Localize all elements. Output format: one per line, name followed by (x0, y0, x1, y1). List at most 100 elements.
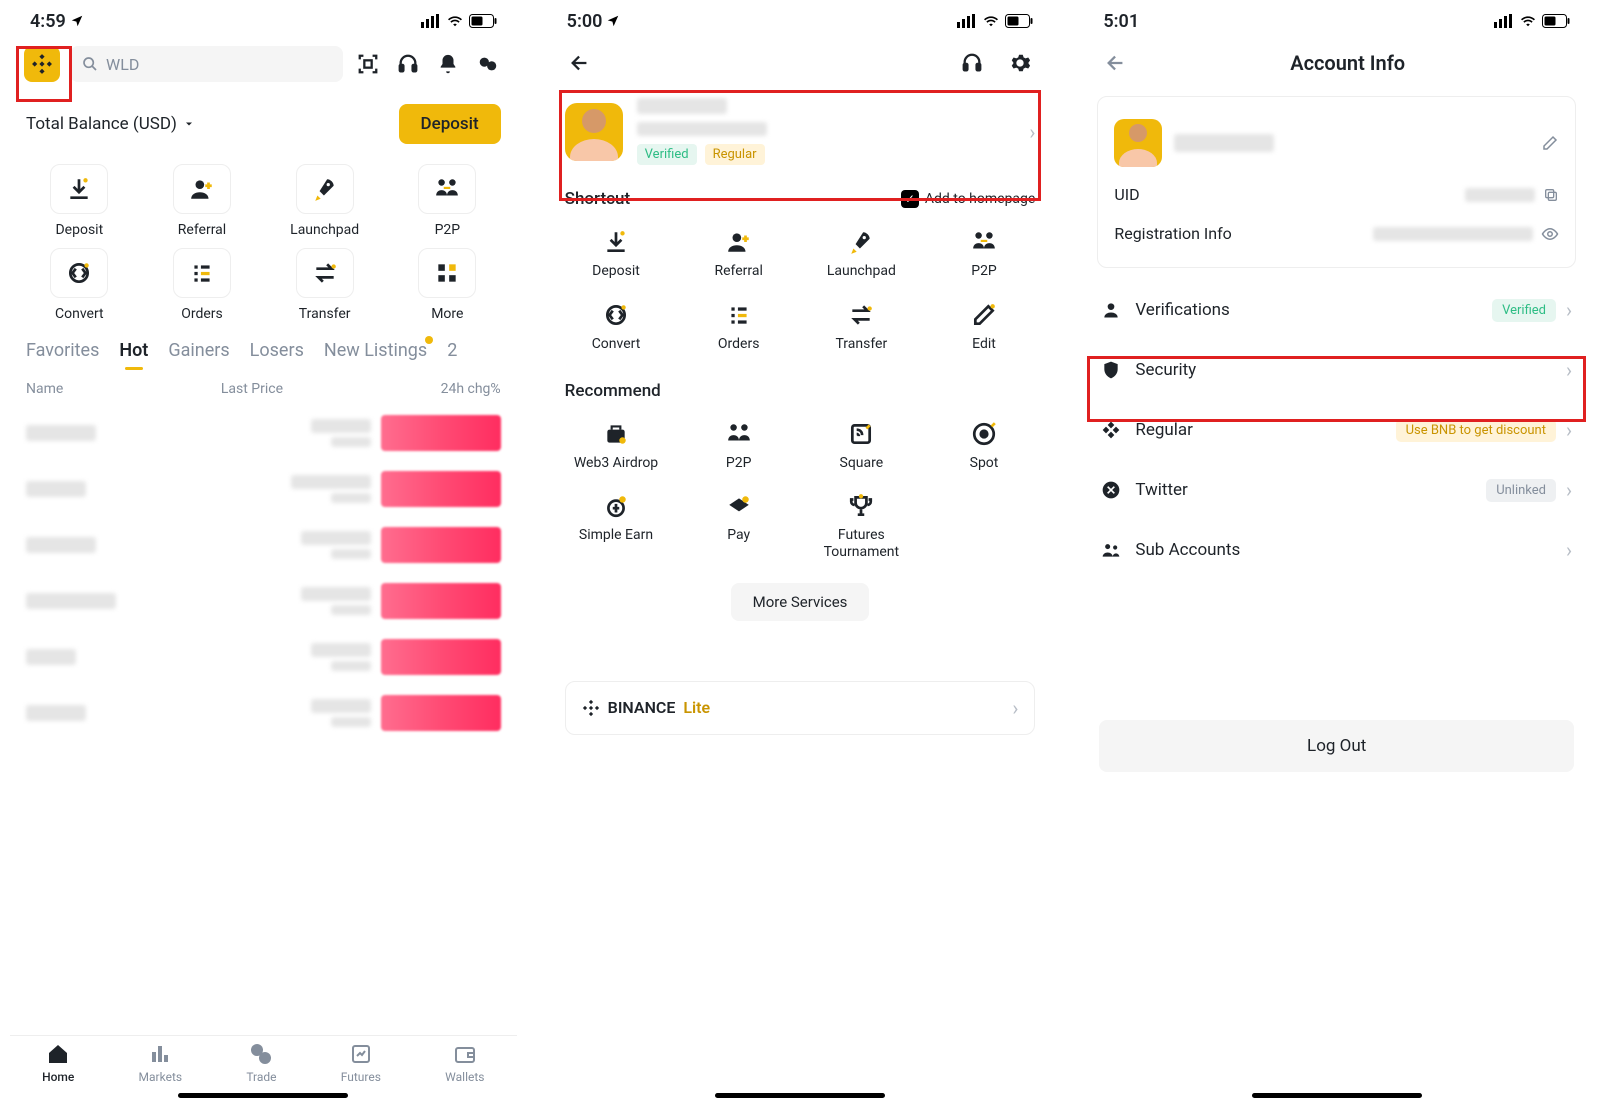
search-input[interactable]: WLD (70, 46, 343, 82)
shortcut-convert[interactable]: Convert (555, 302, 678, 353)
chevron-right-icon: › (1566, 538, 1572, 562)
tab-losers[interactable]: Losers (250, 334, 304, 367)
nav-futures[interactable]: Futures (341, 1042, 381, 1084)
location-icon (70, 14, 84, 28)
market-row[interactable] (10, 405, 517, 461)
verified-badge: Verified (637, 144, 697, 165)
registration-row[interactable]: Registration Info (1114, 214, 1559, 253)
market-row[interactable] (10, 685, 517, 741)
airdrop-icon (603, 421, 629, 447)
shortcut-deposit[interactable]: Deposit (555, 229, 678, 280)
shortcut-deposit[interactable]: Deposit (18, 164, 141, 238)
spot-icon (971, 421, 997, 447)
rec-futures-tournament[interactable]: Futures Tournament (800, 493, 923, 561)
market-row[interactable] (10, 573, 517, 629)
headset-icon[interactable] (957, 48, 987, 78)
screen-home: 4:59 WLD Total Balance (USD) Deposit (10, 0, 517, 1100)
shortcut-referral[interactable]: Referral (141, 164, 264, 238)
nav-markets[interactable]: Markets (139, 1042, 183, 1084)
avatar (1114, 119, 1162, 167)
profile-row[interactable] (1114, 111, 1559, 175)
market-row[interactable] (10, 461, 517, 517)
futures-icon (349, 1042, 373, 1066)
uid-row[interactable]: UID (1114, 175, 1559, 214)
regular-row[interactable]: Regular Use BNB to get discount› (1083, 400, 1590, 460)
p2p-icon (726, 421, 752, 447)
back-button[interactable] (1101, 48, 1131, 78)
shortcut-orders[interactable]: Orders (141, 248, 264, 322)
market-tabs: Favorites Hot Gainers Losers New Listing… (10, 334, 517, 367)
coin-icon[interactable] (473, 49, 503, 79)
shortcut-orders[interactable]: Orders (677, 302, 800, 353)
convert-icon (603, 302, 629, 328)
rec-spot[interactable]: Spot (923, 421, 1046, 472)
tab-more[interactable]: 2 (447, 334, 457, 367)
shortcut-transfer[interactable]: Transfer (263, 248, 386, 322)
twitter-row[interactable]: Twitter Unlinked› (1083, 460, 1590, 520)
tab-gainers[interactable]: Gainers (168, 334, 229, 367)
nav-home[interactable]: Home (42, 1042, 74, 1084)
deposit-icon (603, 229, 629, 255)
rec-web3-airdrop[interactable]: Web3 Airdrop (555, 421, 678, 472)
market-row[interactable] (10, 517, 517, 573)
binance-lite-row[interactable]: BINANCE Lite › (565, 681, 1036, 735)
deposit-button[interactable]: Deposit (399, 104, 501, 144)
back-button[interactable] (565, 48, 595, 78)
edit-icon (971, 302, 997, 328)
status-time: 5:00 (567, 11, 603, 32)
deposit-icon (66, 176, 92, 202)
logout-button[interactable]: Log Out (1099, 720, 1574, 772)
total-balance-toggle[interactable]: Total Balance (USD) (26, 114, 195, 134)
shortcut-referral[interactable]: Referral (677, 229, 800, 280)
headset-icon[interactable] (393, 49, 423, 79)
person-icon (1101, 300, 1121, 320)
scan-icon[interactable] (353, 49, 383, 79)
tab-favorites[interactable]: Favorites (26, 334, 99, 367)
rec-pay[interactable]: Pay (677, 493, 800, 561)
account-card: UID Registration Info (1097, 96, 1576, 268)
profile-row[interactable]: Verified Regular › (547, 84, 1054, 175)
p2p-icon (434, 176, 460, 202)
shortcut-launchpad[interactable]: Launchpad (800, 229, 923, 280)
gear-icon[interactable] (1005, 48, 1035, 78)
eye-icon[interactable] (1541, 225, 1559, 243)
copy-icon[interactable] (1543, 187, 1559, 203)
square-icon (848, 421, 874, 447)
tab-new-listings[interactable]: New Listings (324, 334, 427, 367)
bnb-discount-pill: Use BNB to get discount (1396, 419, 1556, 442)
shortcut-p2p[interactable]: P2P (386, 164, 509, 238)
nav-wallets[interactable]: Wallets (445, 1042, 484, 1084)
shortcut-p2p[interactable]: P2P (923, 229, 1046, 280)
status-time: 4:59 (30, 11, 66, 32)
transfer-icon (312, 260, 338, 286)
convert-icon (66, 260, 92, 286)
more-services-button[interactable]: More Services (731, 583, 870, 621)
security-row[interactable]: Security › (1083, 340, 1590, 400)
shortcut-more[interactable]: More (386, 248, 509, 322)
rec-square[interactable]: Square (800, 421, 923, 472)
nav-trade[interactable]: Trade (246, 1042, 276, 1084)
shortcut-convert[interactable]: Convert (18, 248, 141, 322)
app-logo-button[interactable] (24, 46, 60, 82)
market-list (10, 405, 517, 741)
shortcut-transfer[interactable]: Transfer (800, 302, 923, 353)
bell-icon[interactable] (433, 49, 463, 79)
pay-icon (726, 493, 752, 519)
shortcut-launchpad[interactable]: Launchpad (263, 164, 386, 238)
tab-hot[interactable]: Hot (119, 334, 148, 367)
rec-p2p[interactable]: P2P (677, 421, 800, 472)
status-bar: 5:01 (1083, 0, 1590, 42)
add-to-homepage[interactable]: ✓ Add to homepage (901, 190, 1035, 208)
rec-simple-earn[interactable]: Simple Earn (555, 493, 678, 561)
page-title: Account Info (1151, 51, 1544, 75)
status-icons (421, 14, 497, 28)
markets-icon (148, 1042, 172, 1066)
screen-profile: 5:00 Verified Regular › Shortcut (547, 0, 1054, 1100)
verifications-row[interactable]: Verifications Verified› (1083, 280, 1590, 340)
shortcut-edit[interactable]: Edit (923, 302, 1046, 353)
edit-icon[interactable] (1541, 134, 1559, 152)
market-row[interactable] (10, 629, 517, 685)
chevron-right-icon: › (1029, 120, 1035, 144)
sub-accounts-row[interactable]: Sub Accounts › (1083, 520, 1590, 580)
shortcut-heading: Shortcut (565, 189, 630, 209)
